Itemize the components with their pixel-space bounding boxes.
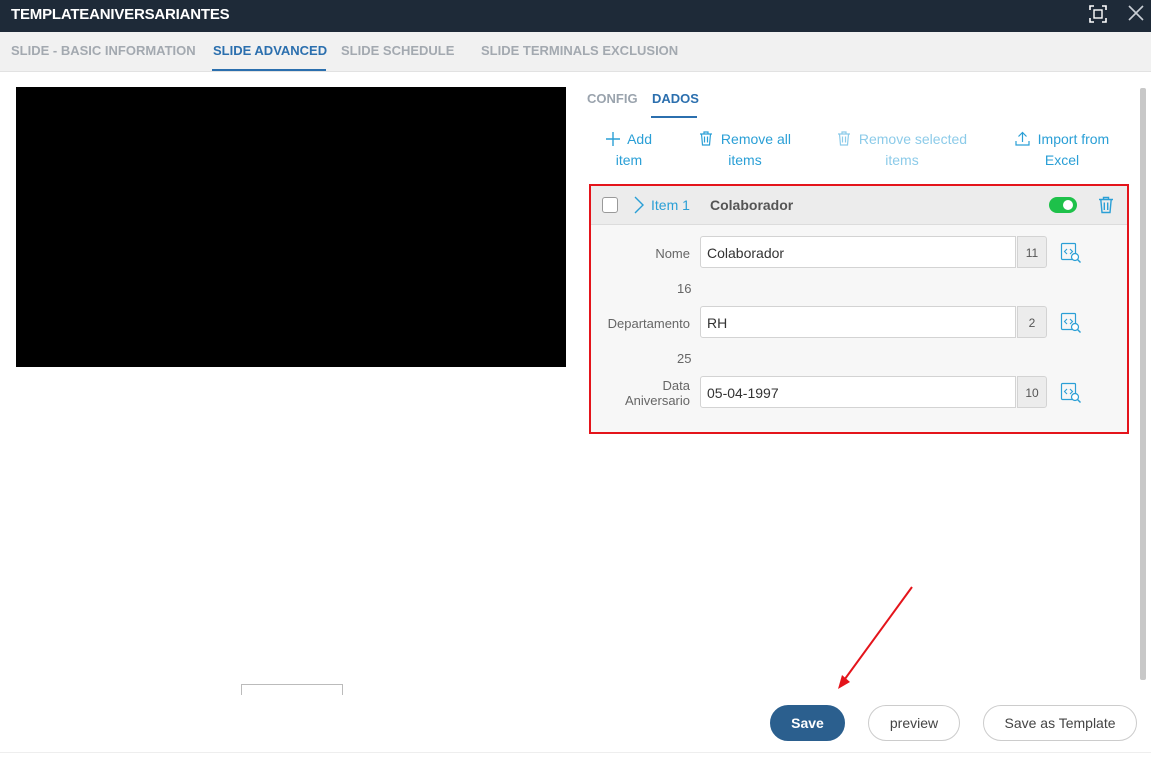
item-checkbox[interactable]	[602, 197, 618, 213]
tab-basic-information[interactable]: SLIDE - BASIC INFORMATION	[11, 43, 196, 58]
chevron-right-icon[interactable]	[634, 196, 644, 219]
import-label-2: Excel	[1044, 152, 1080, 168]
departamento-char-count: 2	[1017, 306, 1047, 338]
window-title-bar: TEMPLATEANIVERSARIANTES	[0, 0, 1151, 32]
remove-selected-items-button[interactable]: Remove selected items	[830, 129, 974, 171]
resizable-textarea[interactable]	[241, 684, 343, 695]
footer-divider	[0, 752, 1151, 753]
item-header[interactable]: Item 1 Colaborador	[591, 186, 1127, 225]
remove-all-items-button[interactable]: Remove all items	[693, 129, 797, 171]
annotation-arrow-icon	[838, 586, 913, 689]
trash-icon	[837, 131, 859, 147]
maximize-icon[interactable]	[1086, 2, 1110, 26]
main-tabs: SLIDE - BASIC INFORMATION SLIDE ADVANCED…	[0, 32, 1151, 72]
active-tab-indicator	[212, 69, 326, 71]
field-label-nome: Nome	[655, 246, 690, 261]
preview-button[interactable]: preview	[868, 705, 960, 741]
nome-input[interactable]: Colaborador	[700, 236, 1016, 268]
window-title: TEMPLATEANIVERSARIANTES	[11, 6, 230, 23]
item-name: Colaborador	[710, 197, 794, 213]
remove-selected-label-1: Remove selected	[858, 131, 968, 147]
slide-preview	[16, 87, 566, 367]
field-label-line-1: Data	[662, 378, 690, 393]
active-subtab-indicator	[651, 116, 697, 118]
plus-icon	[605, 131, 627, 147]
add-item-button[interactable]: Add item	[596, 129, 662, 171]
nome-char-count: 11	[1017, 236, 1047, 268]
add-item-label-1: Add	[627, 131, 653, 147]
save-as-template-button[interactable]: Save as Template	[983, 705, 1137, 741]
item-panel: Item 1 Colaborador Nome Colaborador 11 1…	[589, 184, 1129, 434]
remove-all-label-1: Remove all	[720, 131, 791, 147]
close-icon[interactable]	[1124, 2, 1148, 26]
item-enabled-toggle[interactable]	[1049, 197, 1077, 213]
upload-icon	[1015, 131, 1038, 147]
tab-slide-schedule[interactable]: SLIDE SCHEDULE	[341, 43, 454, 58]
field-label-line-2: Aniversario	[624, 393, 690, 408]
save-button[interactable]: Save	[770, 705, 845, 741]
import-from-excel-button[interactable]: Import from Excel	[1007, 129, 1117, 171]
subtab-config[interactable]: CONFIG	[587, 91, 638, 106]
trash-icon	[699, 131, 721, 147]
data-aniversario-char-count: 10	[1017, 376, 1047, 408]
field-counter: 16	[677, 281, 692, 296]
add-item-label-2: item	[615, 152, 643, 168]
import-label-1: Import from	[1037, 131, 1110, 147]
item-label: Item 1	[651, 197, 690, 213]
code-search-icon[interactable]	[1060, 382, 1082, 409]
code-search-icon[interactable]	[1060, 312, 1082, 339]
toggle-knob	[1063, 200, 1073, 210]
scrollbar[interactable]	[1140, 88, 1146, 680]
data-aniversario-input[interactable]: 05-04-1997	[700, 376, 1016, 408]
tab-slide-advanced[interactable]: SLIDE ADVANCED	[213, 43, 327, 58]
remove-all-label-2: items	[728, 152, 762, 168]
code-search-icon[interactable]	[1060, 242, 1082, 269]
delete-item-trash-icon[interactable]	[1098, 196, 1114, 219]
remove-selected-label-2: items	[885, 152, 919, 168]
field-label-data-aniversario: Data Aniversario	[601, 378, 690, 408]
field-counter: 25	[677, 351, 692, 366]
subtab-dados[interactable]: DADOS	[652, 91, 699, 106]
departamento-input[interactable]: RH	[700, 306, 1016, 338]
field-label-departamento: Departamento	[607, 316, 690, 331]
tab-terminals-exclusion[interactable]: SLIDE TERMINALS EXCLUSION	[481, 43, 678, 58]
